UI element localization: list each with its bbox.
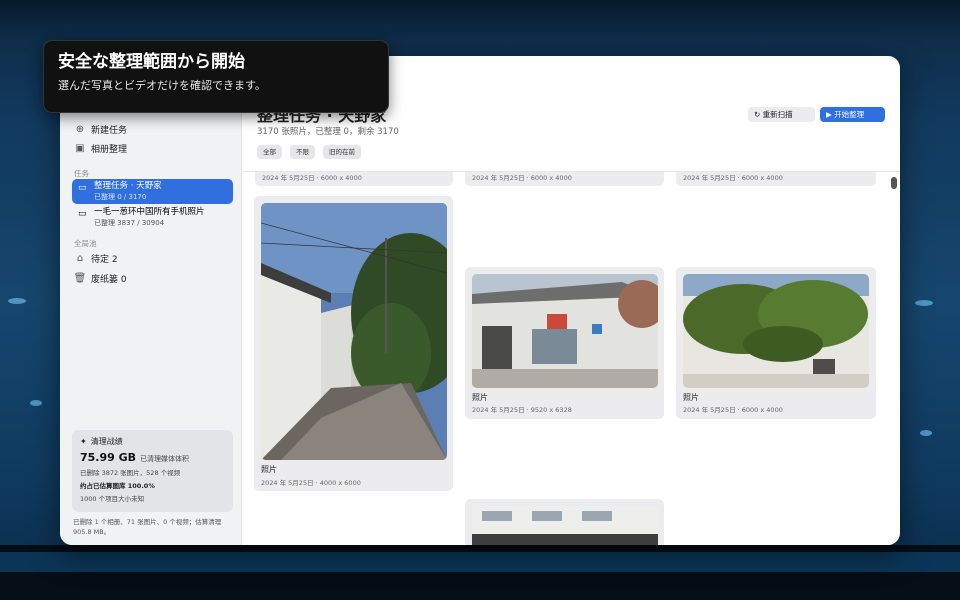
photo-card[interactable]: 照片 2024 年 5月25日 · 4000 x 6000 xyxy=(254,196,453,491)
stats-size-note: 已清理媒体体积 xyxy=(140,455,190,463)
sidebar-item-album[interactable]: ▣ 相册整理 xyxy=(72,139,127,157)
photo-card[interactable]: 照片 2024 年 5月25日 · 9520 x 6328 xyxy=(465,267,664,419)
task-progress: 已整理 3837 / 30904 xyxy=(94,219,165,227)
task-progress: 已整理 0 / 3170 xyxy=(94,193,147,201)
photo-meta: 2024 年 5月25日 · 9520 x 6328 xyxy=(472,406,572,414)
photo-name: 照片 xyxy=(472,393,488,402)
refresh-icon: ↻ xyxy=(754,110,763,119)
stats-size: 75.99 GB 已清理媒体体积 xyxy=(80,451,225,464)
photo-thumbnail xyxy=(261,203,447,460)
stats-heading: ✦ 清理战绩 xyxy=(80,436,225,447)
folder-icon: ▭ xyxy=(78,183,87,193)
stats-card: ✦ 清理战绩 75.99 GB 已清理媒体体积 已删除 3872 张图片，528 … xyxy=(72,430,233,512)
sidebar-item-label: 废纸篓 0 xyxy=(91,274,127,285)
photo-card[interactable]: 照片 2024 年 5月25日 · 6000 x 4000 xyxy=(676,267,876,419)
photo-meta: 2024 年 5月25日 · 4000 x 6000 xyxy=(261,479,361,487)
folder-icon: ▭ xyxy=(78,209,87,219)
scrollbar-thumb[interactable] xyxy=(891,177,897,189)
sparkle-icon: ✦ xyxy=(80,437,87,446)
fish-decoration xyxy=(30,400,42,406)
sidebar-item-trash[interactable]: 🗑 废纸篓 0 xyxy=(72,269,127,287)
sidebar-item-label: 新建任务 xyxy=(91,125,128,136)
rescan-button[interactable]: ↻ 重新扫描 xyxy=(748,107,815,122)
photo-card[interactable]: 2024 年 5月25日 · 6000 x 4000 xyxy=(255,172,453,186)
task-title: 整理任务 · 天野家 xyxy=(94,181,162,191)
rescan-label: 重新扫描 xyxy=(762,110,793,119)
filter-chip-all[interactable]: 全部 xyxy=(257,145,282,159)
plus-circle-icon: ⊕ xyxy=(75,123,85,135)
photo-meta: 2024 年 5月25日 · 6000 x 4000 xyxy=(472,174,572,182)
page-subtitle: 3170 张照片，已整理 0，剩余 3170 xyxy=(257,127,399,137)
start-button[interactable]: ▶ 开始整理 xyxy=(820,107,885,122)
sidebar-item-new-task[interactable]: ⊕ 新建任务 xyxy=(72,120,127,138)
photo-card[interactable]: 2024 年 5月25日 · 6000 x 4000 xyxy=(676,172,876,186)
sidebar-item-pending[interactable]: ⌂ 待定 2 xyxy=(72,249,118,267)
trash-icon: 🗑 xyxy=(73,272,87,284)
background-band xyxy=(0,552,960,572)
cleanup-footnote: 已删除 1 个相册、71 张图片、0 个视频；估算清理 905.8 MB。 xyxy=(73,518,222,536)
alley-photo xyxy=(261,203,447,460)
stats-unknown: 1000 个项目大小未知 xyxy=(80,495,145,503)
sidebar-item-label: 相册整理 xyxy=(91,144,128,155)
photo-card[interactable]: 2024 年 5月25日 · 6000 x 4000 xyxy=(465,172,664,186)
sidebar: ⊕ 新建任务 ▣ 相册整理 任务 ▭ 整理任务 · 天野家 已整理 0 / 31… xyxy=(60,56,242,545)
main-content: 整理任务 · 天野家 3170 张照片，已整理 0，剩余 3170 全部 不限 … xyxy=(243,56,900,545)
photo-meta: 2024 年 5月25日 · 6000 x 4000 xyxy=(262,174,362,182)
photo-thumbnail xyxy=(472,506,658,545)
filter-chip-any[interactable]: 不限 xyxy=(290,145,315,159)
album-icon: ▣ xyxy=(75,142,85,154)
roof-photo xyxy=(472,506,658,545)
tooltip-subtitle: 選んだ写真とビデオだけを確認できます。 xyxy=(58,79,266,92)
stats-estimate: 约占已估算图库 100.0% xyxy=(80,482,155,490)
house-photo xyxy=(472,274,658,388)
sidebar-task-item[interactable]: ▭ 整理任务 · 天野家 已整理 0 / 3170 xyxy=(72,179,233,204)
photo-grid: 2024 年 5月25日 · 6000 x 4000 2024 年 5月25日 … xyxy=(243,172,889,545)
sidebar-item-label: 待定 2 xyxy=(91,254,118,265)
sidebar-task-item[interactable]: ▭ 一毛一葱环中国所有手机照片 已整理 3837 / 30904 xyxy=(72,205,233,230)
play-icon: ▶ xyxy=(826,110,835,119)
tooltip-title: 安全な整理範囲から開始 xyxy=(58,52,245,72)
fish-decoration xyxy=(915,300,933,306)
section-label-tasks: 任务 xyxy=(74,169,89,178)
stats-deleted: 已删除 3872 张图片，528 个视频 xyxy=(80,469,181,477)
tray-icon: ⌂ xyxy=(76,252,84,264)
photo-card[interactable] xyxy=(465,499,664,545)
photo-thumbnail xyxy=(472,274,658,388)
filter-chip-oldest[interactable]: 旧的在前 xyxy=(323,145,361,159)
fish-decoration xyxy=(8,298,26,304)
photo-name: 照片 xyxy=(261,465,277,474)
photo-name: 照片 xyxy=(683,393,699,402)
start-label: 开始整理 xyxy=(834,110,865,119)
onboarding-tooltip: 安全な整理範囲から開始 選んだ写真とビデオだけを確認できます。 xyxy=(43,40,389,113)
app-window: ⊕ 新建任务 ▣ 相册整理 任务 ▭ 整理任务 · 天野家 已整理 0 / 31… xyxy=(60,56,900,545)
photo-thumbnail xyxy=(683,274,869,388)
section-label-pool: 全局池 xyxy=(74,239,97,248)
stats-size-value: 75.99 GB xyxy=(80,451,137,464)
photo-meta: 2024 年 5月25日 · 6000 x 4000 xyxy=(683,174,783,182)
task-title: 一毛一葱环中国所有手机照片 xyxy=(94,207,205,217)
fish-decoration xyxy=(920,430,932,436)
background-top xyxy=(0,0,960,40)
photo-meta: 2024 年 5月25日 · 6000 x 4000 xyxy=(683,406,783,414)
stats-heading-label: 清理战绩 xyxy=(90,437,123,446)
vine-house-photo xyxy=(683,274,869,388)
